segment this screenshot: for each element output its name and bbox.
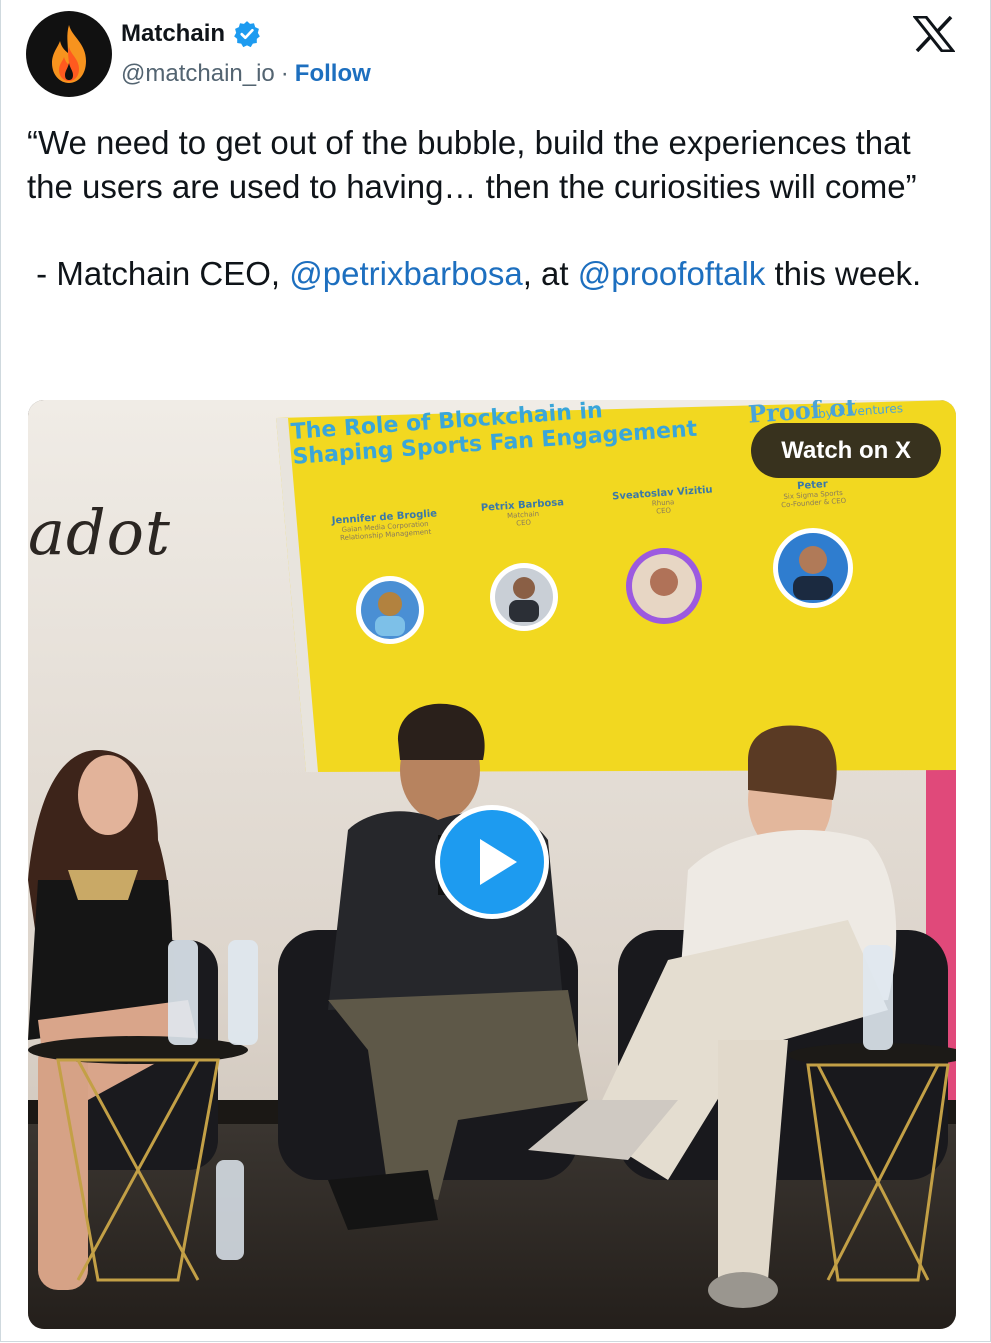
author-handle[interactable]: @matchain_io xyxy=(121,60,275,88)
tweet-attribution-prefix: - Matchain CEO, xyxy=(27,254,290,292)
follow-button[interactable]: Follow xyxy=(295,60,371,88)
video-player[interactable]: adot The Role of Blockchain in Shaping S… xyxy=(28,400,956,1329)
mention-link-proofoftalk[interactable]: @proofoftalk xyxy=(578,255,766,292)
watch-on-x-button[interactable]: Watch on X xyxy=(751,423,941,478)
flame-icon xyxy=(52,25,86,83)
author-handle-row: @matchain_io · Follow xyxy=(121,60,371,88)
author-name[interactable]: Matchain xyxy=(121,20,225,48)
author-avatar[interactable] xyxy=(26,11,112,97)
verified-badge-icon xyxy=(234,21,260,48)
x-logo-icon[interactable] xyxy=(913,16,955,52)
tweet-quote: “We need to get out of the bubble, build… xyxy=(27,124,920,205)
tweet-attribution-middle: , at xyxy=(522,254,578,292)
author-name-row: Matchain xyxy=(121,20,261,48)
tweet-text: “We need to get out of the bubble, build… xyxy=(27,121,962,295)
separator-dot: · xyxy=(280,60,289,87)
backdrop-brand-text: adot xyxy=(28,496,171,569)
play-icon[interactable] xyxy=(433,803,551,921)
mention-link-petrixbarbosa[interactable]: @petrixbarbosa xyxy=(289,255,522,292)
tweet-attribution-suffix: this week. xyxy=(765,254,922,292)
tweet-card: Matchain @matchain_io · Follow “We need … xyxy=(0,0,991,1342)
